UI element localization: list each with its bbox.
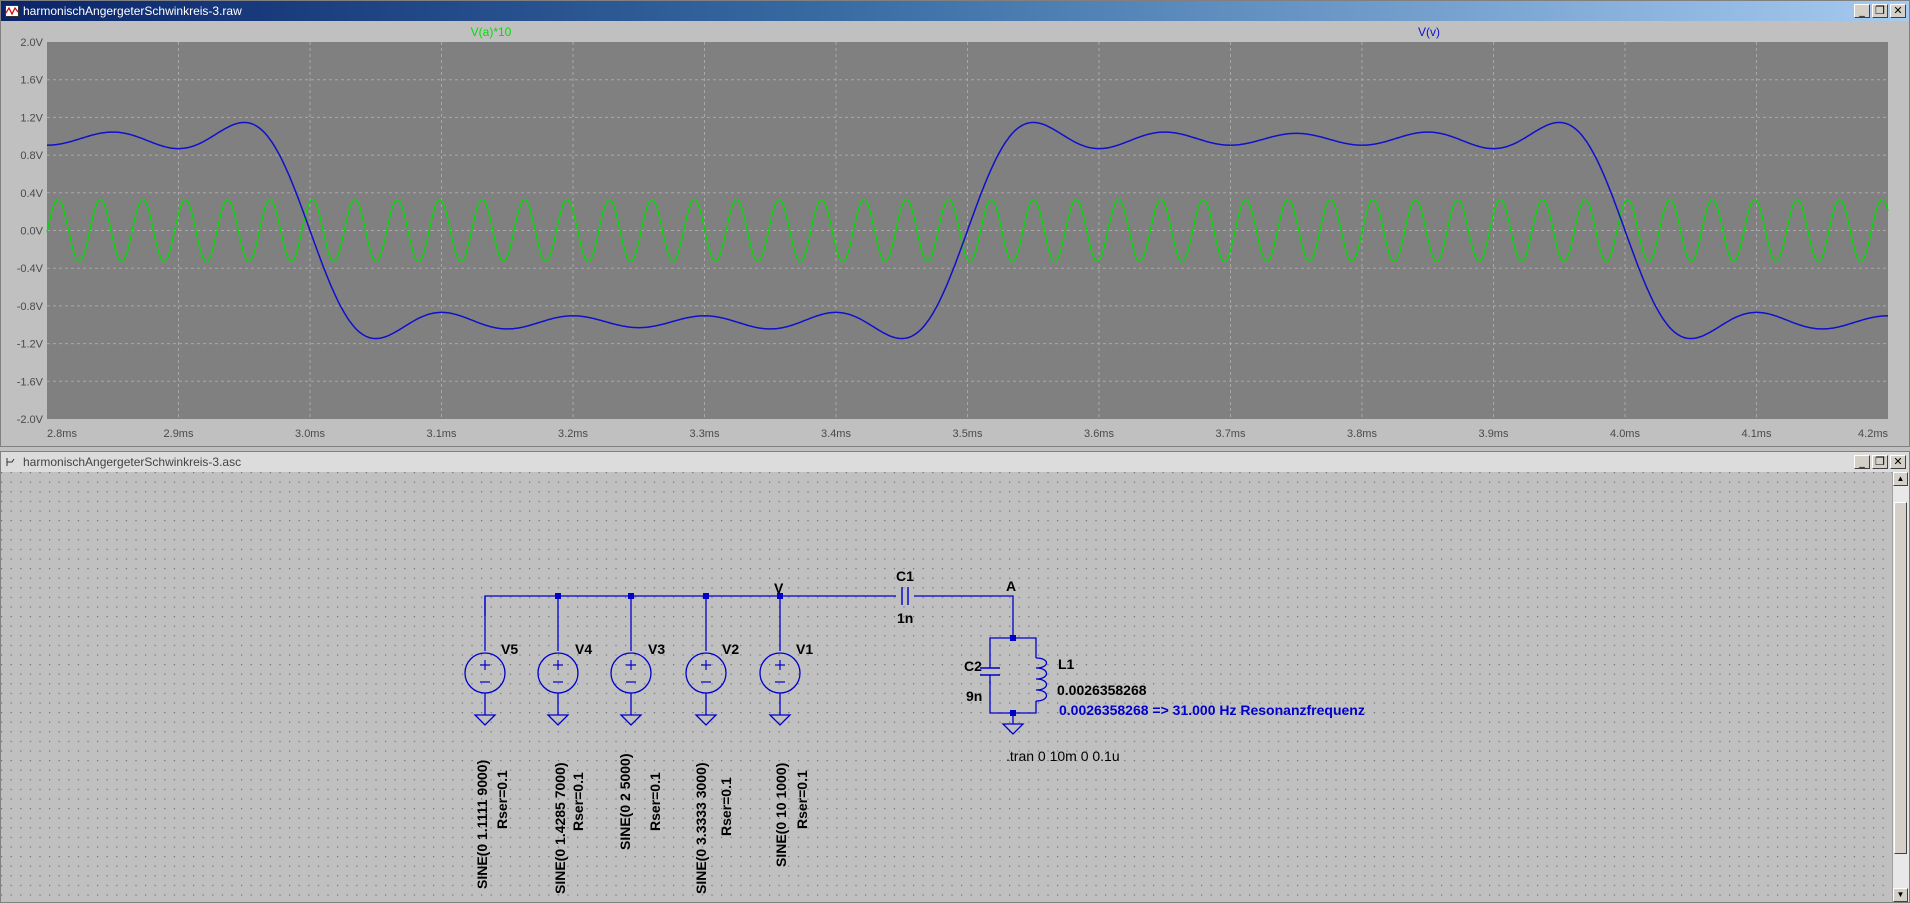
- source-rser-v4: Rser=0.1: [570, 772, 586, 831]
- x-tick-label: 3.7ms: [1216, 428, 1246, 440]
- x-tick-label: 3.6ms: [1084, 428, 1114, 440]
- y-tick-label: -0.4V: [17, 263, 44, 275]
- source-value-v3: SINE(0 2 5000): [617, 754, 633, 851]
- junction: [555, 593, 561, 599]
- junction: [628, 593, 634, 599]
- y-tick-label: 0.4V: [20, 188, 43, 200]
- scroll-up-icon: ▲: [1896, 474, 1905, 483]
- y-tick-label: 1.2V: [20, 112, 43, 124]
- source-rser-v2: Rser=0.1: [718, 777, 734, 836]
- y-tick-label: 0.8V: [20, 150, 43, 162]
- schematic-close-button[interactable]: ✕: [1890, 455, 1906, 469]
- scroll-down-icon: ▼: [1896, 890, 1905, 899]
- close-icon: ✕: [1893, 4, 1903, 17]
- net-label-a[interactable]: A: [1006, 578, 1016, 594]
- source-ref-v3: V3: [648, 641, 665, 657]
- source-ref-v1: V1: [796, 641, 813, 657]
- l1-ref: L1: [1058, 656, 1075, 672]
- scroll-down-button[interactable]: ▼: [1893, 888, 1908, 902]
- net-label-v[interactable]: V: [774, 580, 784, 596]
- c1-ref: C1: [896, 568, 914, 584]
- waveform-window-title: harmonischAngergeterSchwinkreis-3.raw: [23, 4, 242, 18]
- schematic-grid: [1, 472, 1891, 902]
- y-tick-label: 1.6V: [20, 75, 43, 87]
- scroll-thumb[interactable]: [1894, 502, 1907, 854]
- close-button[interactable]: ✕: [1890, 4, 1906, 18]
- close-icon: ✕: [1893, 455, 1903, 468]
- source-value-v5: SINE(0 1.1111 9000): [474, 760, 490, 889]
- scroll-up-button[interactable]: ▲: [1893, 472, 1908, 486]
- y-tick-label: 2.0V: [20, 37, 43, 49]
- source-value-v2: SINE(0 3.3333 3000): [693, 762, 709, 894]
- source-rser-v5: Rser=0.1: [494, 770, 510, 829]
- c2-value: 9n: [966, 688, 982, 704]
- restore-icon: ❐: [1875, 455, 1885, 468]
- y-tick-label: -1.6V: [17, 376, 44, 388]
- junction: [703, 593, 709, 599]
- schematic-canvas[interactable]: V5 V4 V3 V2 V1 SINE(0 1.1111 9000) Rser=…: [1, 472, 1891, 902]
- schematic-restore-button[interactable]: ❐: [1872, 455, 1888, 469]
- x-tick-label: 2.9ms: [164, 428, 194, 440]
- restore-button[interactable]: ❐: [1872, 4, 1888, 18]
- waveform-window[interactable]: harmonischAngergeterSchwinkreis-3.raw _ …: [0, 0, 1910, 447]
- source-ref-v5: V5: [501, 641, 518, 657]
- minimize-icon: _: [1859, 4, 1865, 17]
- source-value-v1: SINE(0 10 1000): [773, 763, 789, 867]
- minimize-icon: _: [1859, 455, 1865, 468]
- schematic-window[interactable]: harmonischAngergeterSchwinkreis-3.asc _ …: [0, 451, 1910, 903]
- x-tick-label: 4.2ms: [1858, 428, 1888, 440]
- trace-label-vv[interactable]: V(v): [1418, 25, 1440, 39]
- x-tick-label: 3.1ms: [427, 428, 457, 440]
- x-tick-label: 3.5ms: [953, 428, 983, 440]
- x-tick-label: 3.9ms: [1479, 428, 1509, 440]
- junction: [1010, 635, 1016, 641]
- resonance-comment[interactable]: 0.0026358268 => 31.000 Hz Resonanzfreque…: [1059, 702, 1365, 718]
- source-rser-v1: Rser=0.1: [794, 770, 810, 829]
- y-tick-label: -1.2V: [17, 339, 44, 351]
- x-tick-label: 3.4ms: [821, 428, 851, 440]
- y-tick-label: 0.0V: [20, 226, 43, 238]
- restore-icon: ❐: [1875, 4, 1885, 17]
- trace-label-va[interactable]: V(a)*10: [471, 25, 512, 39]
- source-rser-v3: Rser=0.1: [647, 772, 663, 831]
- waveform-app-icon: [5, 5, 19, 17]
- x-tick-label: 4.0ms: [1610, 428, 1640, 440]
- c1-value: 1n: [897, 610, 913, 626]
- x-tick-label: 2.8ms: [47, 428, 77, 440]
- source-value-v4: SINE(0 1.4285 7000): [552, 762, 568, 894]
- schematic-app-icon: [5, 456, 19, 468]
- y-tick-label: -0.8V: [17, 301, 44, 313]
- waveform-titlebar[interactable]: harmonischAngergeterSchwinkreis-3.raw _ …: [1, 1, 1909, 21]
- x-axis: 2.8ms 2.9ms 3.0ms 3.1ms 3.2ms 3.3ms 3.4ms 3.5ms…: [47, 428, 1888, 440]
- x-tick-label: 3.2ms: [558, 428, 588, 440]
- source-ref-v2: V2: [722, 641, 739, 657]
- source-ref-v4: V4: [575, 641, 592, 657]
- waveform-plot[interactable]: 2.0V 1.6V 1.2V 0.8V 0.4V 0.0V -0.4V -0.8V -1.2V -…: [1, 21, 1909, 446]
- l1-value: 0.0026358268: [1057, 682, 1147, 698]
- x-tick-label: 3.3ms: [690, 428, 720, 440]
- schematic-window-title: harmonischAngergeterSchwinkreis-3.asc: [23, 455, 242, 469]
- x-tick-label: 3.0ms: [295, 428, 325, 440]
- minimize-button[interactable]: _: [1854, 4, 1870, 18]
- junction: [1010, 710, 1016, 716]
- capacitor-c1[interactable]: [896, 587, 914, 605]
- x-tick-label: 3.8ms: [1347, 428, 1377, 440]
- schematic-vscroll[interactable]: ▲ ▼: [1892, 472, 1909, 902]
- schematic-titlebar[interactable]: harmonischAngergeterSchwinkreis-3.asc _ …: [1, 452, 1909, 473]
- schematic-minimize-button[interactable]: _: [1854, 455, 1870, 469]
- c2-ref: C2: [964, 658, 982, 674]
- y-tick-label: -2.0V: [17, 414, 44, 426]
- sim-directive[interactable]: .tran 0 10m 0 0.1u: [1006, 748, 1120, 764]
- x-tick-label: 4.1ms: [1742, 428, 1772, 440]
